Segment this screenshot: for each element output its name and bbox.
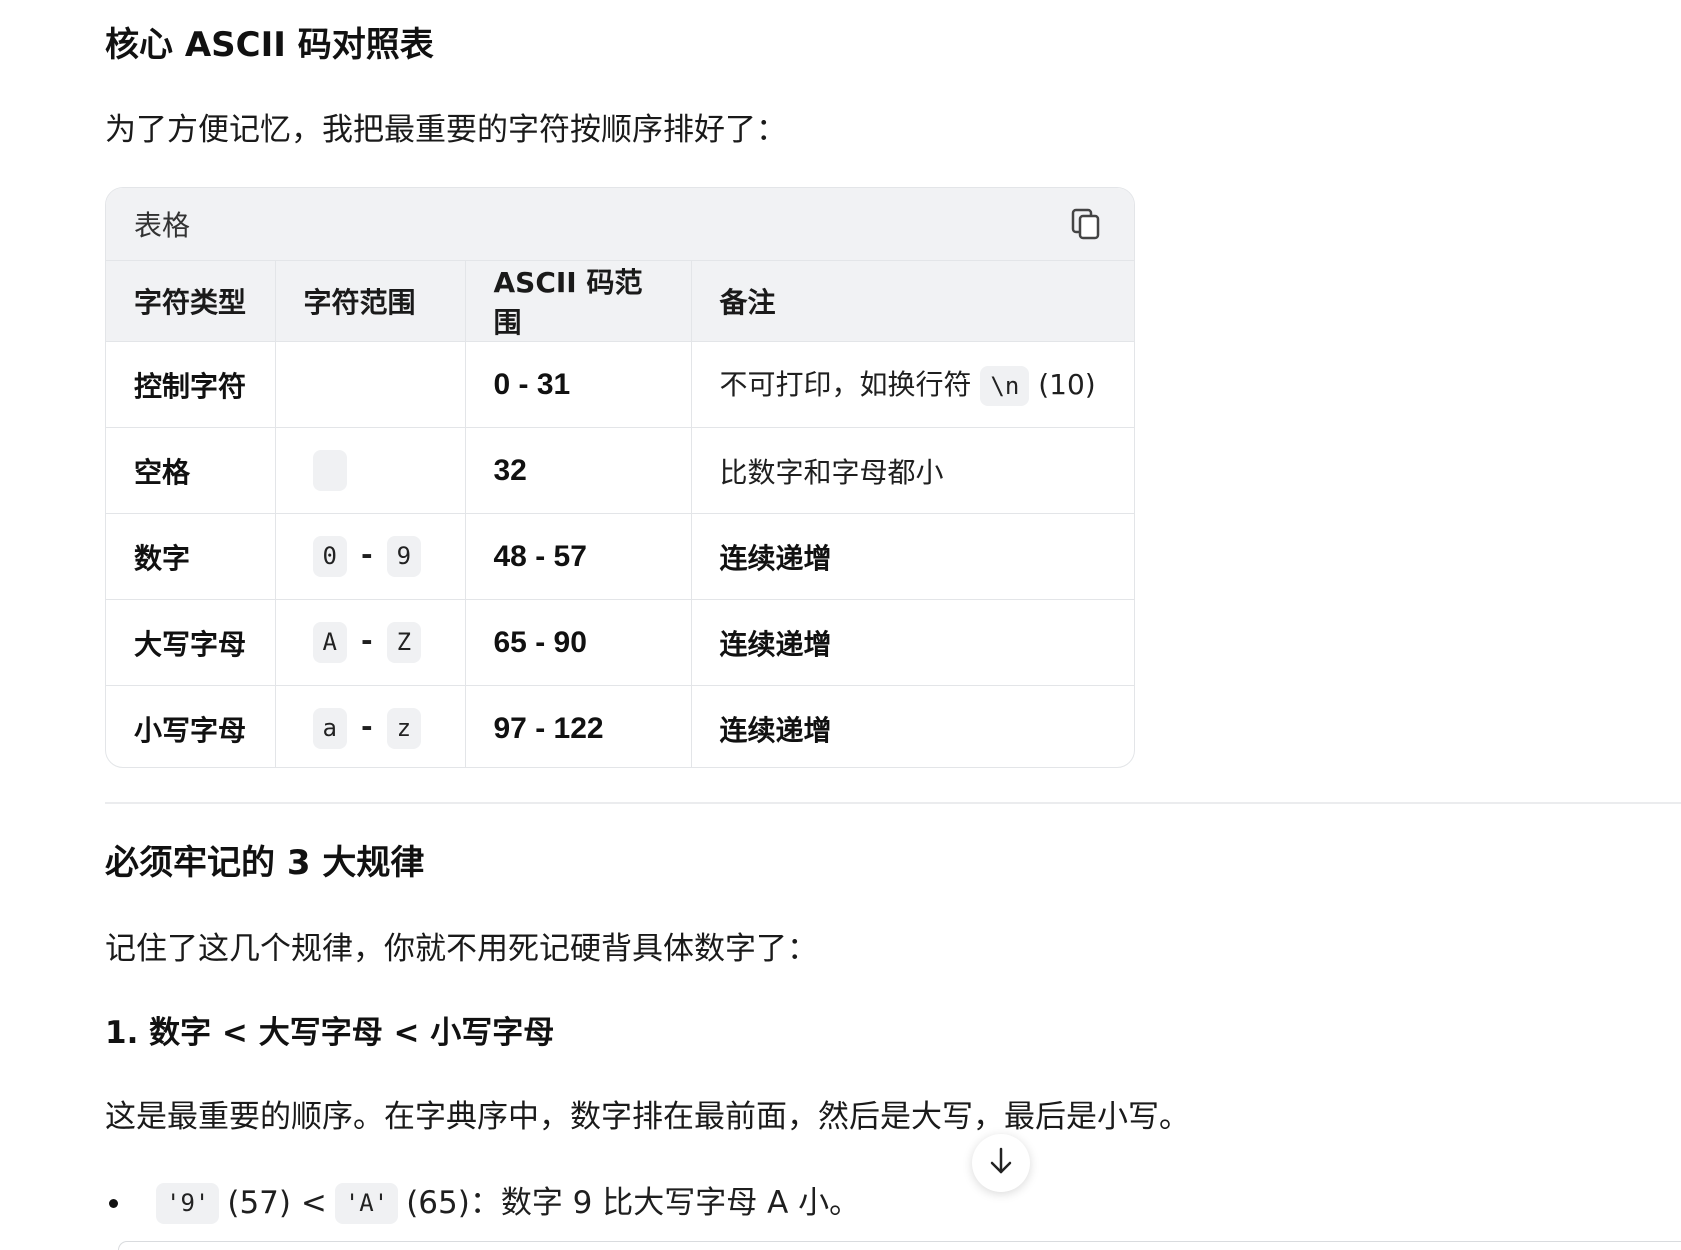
table-card-title: 表格 [134, 209, 191, 242]
bullet-text-a: (57) < [227, 1184, 327, 1221]
inline-code: '9' [156, 1183, 220, 1224]
cell-note: 连续递增 [719, 713, 832, 747]
intro-paragraph: 为了方便记忆，我把最重要的字符按顺序排好了： [105, 112, 787, 148]
table-card: 表格 字符类型 字符范围 ASCII 码范围 备注 控制字符 0 - 31 不可… [105, 187, 1135, 768]
scroll-to-bottom-button[interactable] [972, 1134, 1030, 1192]
table-row: 大写字母 A-Z 65 - 90 连续递增 [106, 599, 1134, 686]
inline-code: A [312, 622, 347, 663]
rules-intro-paragraph: 记住了这几个规律，你就不用死记硬背具体数字了： [105, 931, 818, 967]
cell-note: 连续递增 [691, 513, 1134, 600]
cell-note: 比数字和字母都小 [691, 427, 1134, 514]
rule1-title: 1. 数字 < 大写字母 < 小写字母 [105, 1015, 555, 1051]
bullet-text-b: (65)：数字 9 比大写字母 A 小。 [406, 1184, 861, 1221]
list-item: '9' (57) < 'A' (65)：数字 9 比大写字母 A 小。 [105, 1183, 860, 1224]
inline-code: 9 [386, 536, 422, 577]
cell-codes: 32 [465, 427, 692, 514]
header-char-range: 字符范围 [275, 261, 466, 342]
inline-code-space [312, 450, 347, 491]
note-suffix: (10) [1038, 367, 1096, 401]
section-divider [105, 802, 1681, 804]
inline-code: Z [386, 622, 422, 663]
inline-code: \n [980, 365, 1030, 407]
header-note: 备注 [691, 261, 1134, 342]
cell-note: 不可打印，如换行符 \n (10) [691, 341, 1134, 428]
range-dash: - [360, 538, 373, 572]
table-row: 数字 0-9 48 - 57 连续递增 [106, 513, 1134, 600]
cell-codes: 97 - 122 [465, 685, 692, 767]
cell-range [275, 341, 466, 428]
note-prefix: 不可打印，如换行符 [719, 367, 972, 401]
cell-type: 空格 [106, 427, 276, 514]
cell-range: 0-9 [275, 513, 466, 600]
cell-type: 小写字母 [106, 685, 276, 767]
section-heading-rules: 必须牢记的 3 大规律 [105, 843, 425, 883]
cell-codes: 65 - 90 [465, 599, 692, 686]
cell-codes: 48 - 57 [465, 513, 692, 600]
cell-type: 数字 [106, 513, 276, 600]
bullet-dot [109, 1198, 118, 1208]
section-heading-ascii-table: 核心 ASCII 码对照表 [105, 25, 434, 65]
cell-type: 控制字符 [106, 341, 276, 428]
ascii-table: 字符类型 字符范围 ASCII 码范围 备注 控制字符 0 - 31 不可打印，… [106, 261, 1134, 767]
table-row: 小写字母 a-z 97 - 122 连续递增 [106, 685, 1134, 767]
next-block-edge [118, 1241, 1681, 1250]
rule1-paragraph: 这是最重要的顺序。在字典序中，数字排在最前面，然后是大写，最后是小写。 [105, 1099, 1190, 1135]
inline-code: 'A' [334, 1183, 399, 1224]
header-char-type: 字符类型 [106, 261, 276, 342]
cell-range: A-Z [275, 599, 466, 686]
range-dash: - [360, 710, 373, 744]
header-ascii-range: ASCII 码范围 [465, 261, 692, 342]
table-row: 控制字符 0 - 31 不可打印，如换行符 \n (10) [106, 341, 1134, 428]
cell-type: 大写字母 [106, 599, 276, 686]
cell-range [275, 427, 466, 514]
table-header-row: 字符类型 字符范围 ASCII 码范围 备注 [106, 261, 1134, 342]
arrow-down-icon [988, 1146, 1014, 1180]
cell-range: a-z [275, 685, 466, 767]
copy-icon[interactable] [1066, 204, 1106, 244]
range-dash: - [360, 624, 373, 658]
inline-code: 0 [312, 536, 347, 577]
cell-note: 连续递增 [691, 599, 1134, 686]
table-row: 空格 32 比数字和字母都小 [106, 427, 1134, 514]
inline-code: z [386, 708, 422, 750]
table-card-header: 表格 [106, 188, 1134, 261]
inline-code: a [312, 708, 347, 750]
cell-codes: 0 - 31 [465, 341, 692, 428]
